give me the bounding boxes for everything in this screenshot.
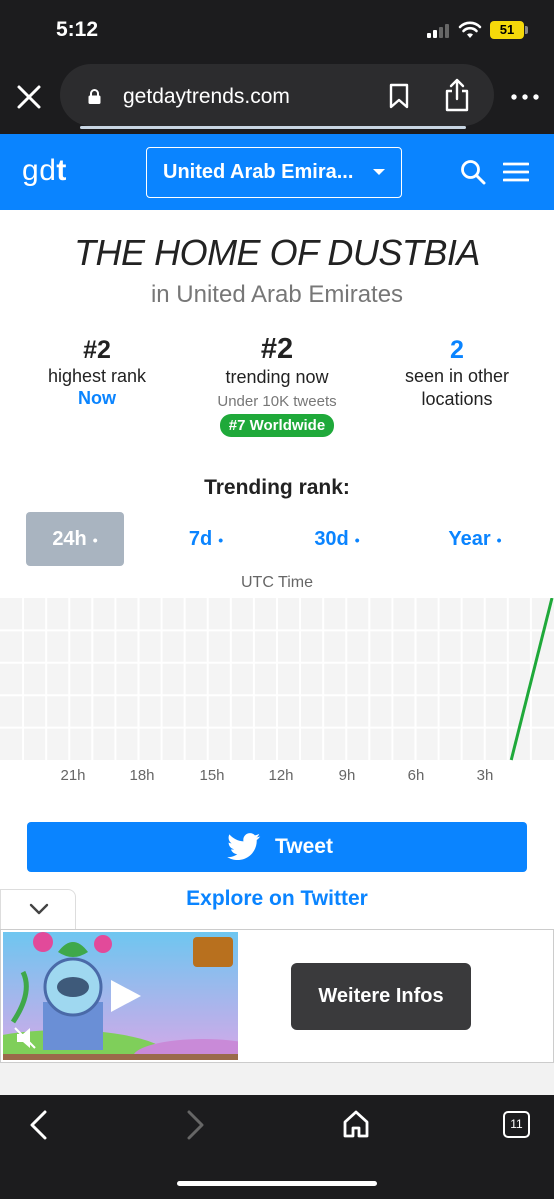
chart-x-tick-label: 9h [338, 767, 356, 784]
home-indicator [177, 1181, 377, 1186]
hamburger-menu-icon[interactable] [503, 162, 529, 182]
locations-label-2: locations [421, 389, 493, 409]
worldwide-rank-badge[interactable]: #7 Worldwide [219, 414, 335, 437]
url-text[interactable]: getdaytrends.com [123, 85, 290, 109]
battery-icon: 51 [490, 21, 524, 39]
ad-collapse-toggle[interactable] [0, 889, 76, 929]
trend-title: THE HOME OF DUSTBIA [74, 232, 480, 273]
trending-now-value: #2 [260, 333, 294, 365]
home-icon[interactable] [341, 1109, 371, 1139]
site-logo[interactable]: gdt [22, 154, 67, 188]
explore-on-twitter-link[interactable]: Explore on Twitter [0, 887, 554, 911]
locations-label-1: seen in other [404, 366, 510, 386]
back-icon[interactable] [28, 1110, 48, 1140]
status-bar: 5:12 51 [0, 0, 554, 58]
stat-other-locations[interactable]: 2 seen in other locations [382, 336, 532, 411]
tab-30d[interactable]: 30d • [292, 512, 382, 566]
browser-bottom-toolbar: 11 [0, 1095, 554, 1199]
locations-count[interactable]: 2 [382, 336, 532, 365]
ad-video-thumbnail [3, 932, 238, 1060]
forward-icon[interactable] [186, 1110, 206, 1140]
chevron-down-icon [29, 903, 49, 915]
stat-trending-now: #2 trending now Under 10K tweets #7 Worl… [182, 333, 372, 437]
tab-7d[interactable]: 7d • [166, 512, 246, 566]
twitter-bird-icon [227, 833, 261, 861]
stat-highest-rank: #2 highest rank Now [22, 336, 172, 409]
close-icon[interactable] [16, 84, 42, 110]
chart-x-axis: 21h 18h 15h 12h 9h 6h 3h [0, 767, 554, 787]
more-options-icon[interactable] [510, 93, 540, 101]
chart-x-tick-label: 15h [199, 767, 225, 784]
highest-rank-when: Now [78, 388, 116, 408]
cellular-signal-icon [427, 24, 453, 38]
chart-x-tick-label: 6h [407, 767, 425, 784]
trending-rank-chart [0, 598, 554, 761]
tweet-button[interactable]: Tweet [27, 822, 527, 872]
chart-x-tick-label: 3h [476, 767, 494, 784]
chart-x-tick-label: 18h [129, 767, 155, 784]
trend-location: in United Arab Emirates [150, 281, 404, 308]
share-icon[interactable] [444, 78, 470, 112]
caret-down-icon [373, 169, 385, 175]
search-icon[interactable] [460, 159, 486, 185]
tweet-volume: Under 10K tweets [217, 393, 337, 410]
ad-more-info-button[interactable]: Weitere Infos [291, 963, 471, 1030]
page-load-indicator [80, 126, 466, 129]
chart-x-tick-label: 21h [60, 767, 86, 784]
country-select[interactable]: United Arab Emira... [146, 147, 402, 198]
country-select-value: United Arab Emira... [163, 161, 354, 183]
chart-axis-title: UTC Time [241, 574, 313, 591]
site-header: gdt United Arab Emira... [0, 134, 554, 210]
ad-video[interactable] [3, 932, 238, 1060]
highest-rank-label: highest rank [47, 366, 147, 386]
bookmark-icon[interactable] [389, 83, 409, 109]
page-footer-strip [0, 1063, 554, 1095]
tab-year[interactable]: Year • [430, 512, 520, 566]
lock-icon [88, 89, 101, 104]
wifi-icon [458, 21, 482, 38]
trending-rank-heading: Trending rank: [204, 476, 350, 499]
chart-x-tick-label: 12h [268, 767, 294, 784]
status-time: 5:12 [56, 18, 99, 41]
battery-nub [525, 26, 528, 34]
tab-switcher-button[interactable]: 11 [503, 1111, 530, 1138]
browser-toolbar: getdaytrends.com [0, 58, 554, 134]
tab-24h[interactable]: 24h • [26, 512, 124, 566]
trending-now-label: trending now [225, 367, 329, 387]
highest-rank-value: #2 [83, 336, 111, 364]
ad-banner[interactable]: Weitere Infos [0, 929, 554, 1063]
tweet-button-label: Tweet [275, 835, 333, 858]
